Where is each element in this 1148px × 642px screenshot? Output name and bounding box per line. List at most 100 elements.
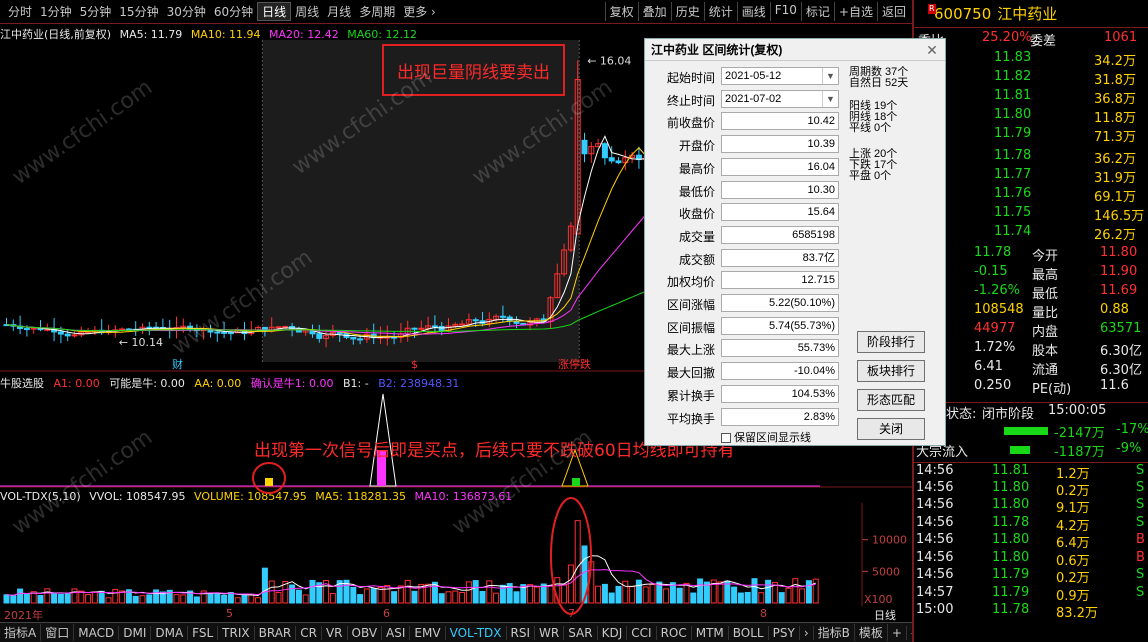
volume-bar xyxy=(459,592,466,604)
period-tab[interactable]: 月线 xyxy=(323,3,355,20)
tick-price: 11.80 xyxy=(992,479,1030,495)
indicator-tab[interactable]: WR xyxy=(535,625,565,640)
tick-price: 11.78 xyxy=(992,514,1030,530)
tool-button[interactable]: 复权 xyxy=(604,2,638,21)
indicator-tab[interactable]: EMV xyxy=(410,625,446,640)
quote-value: 11.78 xyxy=(974,245,1012,260)
indicator-tab[interactable]: CCI xyxy=(627,625,657,640)
stat-summary: 平线 0个 xyxy=(849,122,892,134)
indicator-tab[interactable]: MACD xyxy=(74,625,120,640)
date-picker[interactable]: 2021-05-12 ▼ xyxy=(721,67,839,85)
indicator-tab[interactable]: DMI xyxy=(119,625,152,640)
ask-row: 211.8011.8万 xyxy=(914,107,1148,126)
period-tab[interactable]: 1分钟 xyxy=(36,3,76,20)
dialog-button[interactable]: 阶段排行 xyxy=(857,331,925,353)
indicator-tab[interactable]: 指标B xyxy=(814,624,855,641)
quote-value: -1.26% xyxy=(974,283,1020,298)
indicator-tab[interactable]: FSL xyxy=(188,625,219,640)
stat-value: 2.83% xyxy=(721,407,839,426)
stat-value: 10.39 xyxy=(721,135,839,154)
candle xyxy=(336,332,343,335)
tool-button[interactable]: 画线 xyxy=(736,2,770,21)
volume-bar xyxy=(214,592,221,604)
date-may: 5 xyxy=(226,607,233,620)
indicator-tab[interactable]: 窗口 xyxy=(41,624,75,641)
close-icon[interactable]: ✕ xyxy=(923,41,941,59)
period-label: 日线 xyxy=(874,609,896,622)
bid-price: 11.78 xyxy=(994,148,1032,163)
indicator-tab[interactable]: RSI xyxy=(507,625,536,640)
indicator-tab[interactable]: BRAR xyxy=(255,625,297,640)
period-tab[interactable]: 15分钟 xyxy=(115,3,162,20)
volume-bar xyxy=(778,592,785,604)
indicator-tab[interactable]: 指标A xyxy=(0,624,42,641)
candle xyxy=(357,338,364,341)
indicator-tab[interactable]: CR xyxy=(296,625,322,640)
indicator-tab[interactable]: VR xyxy=(322,625,348,640)
volume-bar xyxy=(23,593,30,604)
volume-bar xyxy=(411,590,418,604)
volume-bar xyxy=(615,585,622,604)
indicator-tab[interactable]: ASI xyxy=(382,625,411,640)
candle xyxy=(411,327,418,330)
period-tab[interactable]: 日线 xyxy=(257,2,292,21)
ask-price: 11.83 xyxy=(994,50,1032,65)
volume-bar xyxy=(329,593,336,604)
tool-button[interactable]: 返回 xyxy=(876,2,910,21)
stat-label: 加权均价 xyxy=(666,275,715,290)
keep-interval-checkbox[interactable]: 保留区间显示线 xyxy=(721,429,811,445)
tool-button[interactable]: 标记 xyxy=(800,2,834,21)
volume-bar xyxy=(737,592,744,604)
period-tab[interactable]: 60分钟 xyxy=(210,3,257,20)
tool-button[interactable]: +自选 xyxy=(833,2,877,21)
period-tab[interactable]: 周线 xyxy=(291,3,323,20)
volume-bar xyxy=(472,580,479,604)
date-picker[interactable]: 2021-07-02 ▼ xyxy=(721,89,839,108)
indicator-tab[interactable]: OBV xyxy=(348,625,383,640)
period-tab[interactable]: 分时 xyxy=(4,3,36,20)
tool-button[interactable]: F10 xyxy=(769,2,801,21)
tick-side: S xyxy=(1136,567,1145,582)
chevron-down-icon[interactable]: ▼ xyxy=(822,68,838,84)
indicator-tab[interactable]: › xyxy=(800,625,814,640)
dialog-button[interactable]: 关闭 xyxy=(857,418,925,440)
indicator-tab[interactable]: SAR xyxy=(564,625,598,640)
indicator-tab[interactable]: PSY xyxy=(769,625,800,640)
indicator-tab[interactable]: VOL-TDX xyxy=(446,625,507,640)
indicator-tab[interactable]: MTM xyxy=(692,625,729,640)
tick-side: S xyxy=(1136,497,1145,512)
indicator-tab[interactable]: KDJ xyxy=(598,625,628,640)
order-ratio-row: 委比 25.20% 委差 1061 xyxy=(914,30,1148,49)
volume-tick: 10000 xyxy=(872,534,907,547)
indicator-tab[interactable]: BOLL xyxy=(729,625,769,640)
tick-row: 15:00 11.78 83.2万 xyxy=(914,602,1148,621)
candle xyxy=(71,334,78,337)
period-tab[interactable]: 30分钟 xyxy=(163,3,210,20)
bid-price: 11.75 xyxy=(994,205,1032,220)
stat-label: 开盘价 xyxy=(678,139,715,154)
tool-button[interactable]: 叠加 xyxy=(637,2,671,21)
indicator-tab[interactable]: ROC xyxy=(657,625,692,640)
tick-volume: 9.1万 xyxy=(1056,501,1090,516)
candle xyxy=(282,325,289,328)
checkbox-label: 保留区间显示线 xyxy=(734,432,811,444)
flow-value: -1187万 xyxy=(1054,445,1105,460)
period-tab[interactable]: 多周期 xyxy=(355,3,399,20)
indicator-tab[interactable]: + xyxy=(888,625,907,640)
quote-value-right: 11.6 xyxy=(1100,378,1129,393)
volume-bar xyxy=(758,592,765,604)
indicator-tab[interactable]: 模板 xyxy=(855,624,888,641)
indicator-tab[interactable]: TRIX xyxy=(218,625,255,640)
tool-button[interactable]: 历史 xyxy=(670,2,704,21)
tool-button[interactable]: 统计 xyxy=(703,2,737,21)
dialog-button[interactable]: 形态匹配 xyxy=(857,389,925,411)
indicator-tab[interactable]: DMA xyxy=(151,625,189,640)
dialog-button[interactable]: 板块排行 xyxy=(857,360,925,382)
volume-bar xyxy=(622,580,629,604)
volume-bar xyxy=(391,591,398,604)
period-tab[interactable]: 更多 › xyxy=(399,3,440,20)
chevron-down-icon[interactable]: ▼ xyxy=(822,90,838,107)
flow-value: -2147万 xyxy=(1054,426,1105,441)
date-value: 2021-07-02 xyxy=(725,92,782,105)
period-tab[interactable]: 5分钟 xyxy=(76,3,116,20)
